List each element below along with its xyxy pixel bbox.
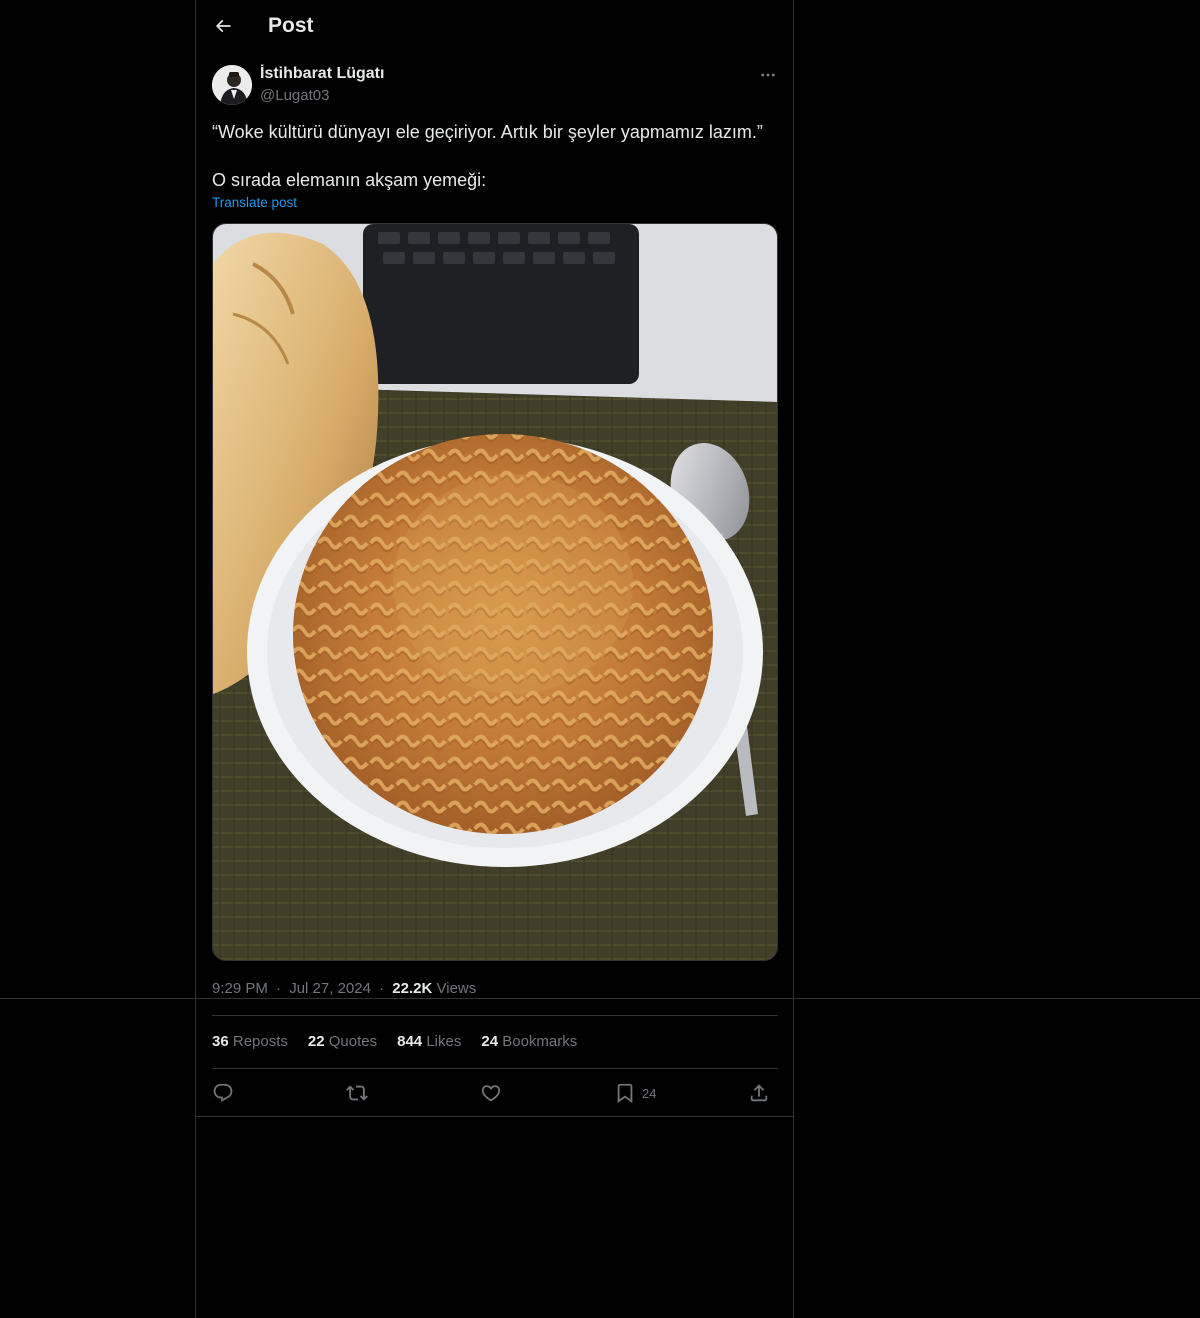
views-label: Views [436,980,477,997]
tweet-text: “Woke kültürü dünyayı ele geçiriyor. Art… [212,120,782,192]
tweet-meta: 9:29 PM · Jul 27, 2024 · 22.2K Views [212,980,476,997]
bookmark-button[interactable]: 24 [614,1080,656,1106]
repost-button[interactable] [346,1080,368,1106]
avatar[interactable] [212,65,252,105]
divider [212,1068,778,1069]
page-header: Post [196,0,793,53]
reply-icon [213,1083,233,1102]
page-title: Post [268,14,314,37]
pasta-dinner-photo [213,224,777,960]
arrow-left-icon [215,19,231,33]
tweet-text-line-1: “Woke kültürü dünyayı ele geçiriyor. Art… [212,122,763,142]
share-icon [750,1084,768,1102]
quotes-stat[interactable]: 22 Quotes [308,1033,377,1050]
bookmarks-stat[interactable]: 24 Bookmarks [481,1033,577,1050]
engagement-stats: 36 Reposts 22 Quotes 844 Likes 24 Bookma… [212,1033,577,1050]
reposts-count: 36 [212,1033,229,1050]
bookmark-count: 24 [642,1085,657,1101]
author-name[interactable]: İstihbarat Lügatı [260,65,384,83]
page-divider [0,998,1200,999]
divider [212,1015,778,1016]
tweet-time[interactable]: 9:29 PM [212,980,268,997]
bookmark-icon [617,1083,633,1104]
translate-post-link[interactable]: Translate post [212,195,297,210]
likes-count: 844 [397,1033,423,1050]
divider [196,1116,793,1117]
bookmarks-count: 24 [481,1033,499,1050]
tweet-photo[interactable] [212,223,778,961]
quotes-label: Quotes [328,1033,378,1050]
repost-icon [346,1085,368,1101]
avatar-image [212,65,252,105]
reply-button[interactable] [212,1080,234,1106]
likes-stat[interactable]: 844 Likes [397,1033,461,1050]
reposts-label: Reposts [232,1033,288,1050]
tweet-text-line-2: O sırada elemanın akşam yemeği: [212,170,487,190]
views-count: 22.2K [392,980,433,997]
action-bar: 24 [212,1080,778,1106]
back-button[interactable] [210,13,236,39]
main-column: Post İstihbarat Lügatı @Lugat03 “Woke kü… [195,0,794,1318]
tweet-date[interactable]: Jul 27, 2024 [289,980,371,997]
meta-separator: · [379,980,385,997]
bookmarks-label: Bookmarks [502,1033,578,1050]
quotes-count: 22 [307,1033,325,1050]
author-handle[interactable]: @Lugat03 [260,87,329,104]
reposts-stat[interactable]: 36 Reposts [212,1033,288,1050]
more-horizontal-icon [761,73,775,77]
likes-label: Likes [426,1033,462,1050]
like-button[interactable] [480,1080,502,1106]
heart-icon [481,1085,501,1102]
more-options-button[interactable] [756,64,780,86]
meta-separator: · [276,980,282,997]
share-button[interactable] [748,1080,770,1106]
